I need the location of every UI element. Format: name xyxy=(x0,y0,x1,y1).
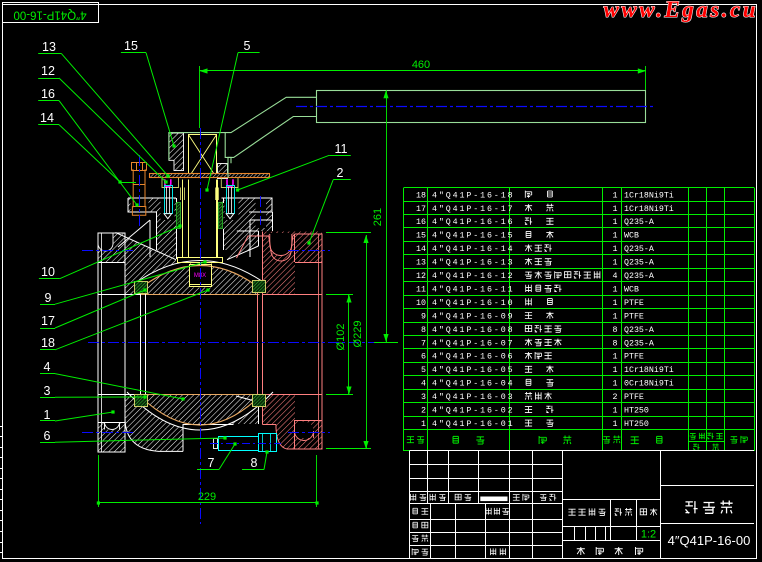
svg-text:Q235-A: Q235-A xyxy=(624,326,654,335)
svg-text:HT250: HT250 xyxy=(624,420,649,429)
svg-text:15: 15 xyxy=(416,232,426,241)
svg-text:12: 12 xyxy=(41,64,55,78)
svg-text:4″Q41P-16-10: 4″Q41P-16-10 xyxy=(432,298,515,308)
svg-text:5: 5 xyxy=(421,366,426,375)
svg-text:1: 1 xyxy=(613,353,618,362)
svg-text:14: 14 xyxy=(416,245,426,254)
svg-text:Q235-A: Q235-A xyxy=(624,218,654,227)
svg-text:4: 4 xyxy=(421,380,426,389)
svg-text:8: 8 xyxy=(421,326,426,335)
svg-text:Q235-A: Q235-A xyxy=(624,245,654,254)
svg-text:3: 3 xyxy=(44,384,51,398)
svg-text:4″Q41P-16-11: 4″Q41P-16-11 xyxy=(432,284,515,294)
svg-text:18: 18 xyxy=(416,191,426,200)
svg-text:Ø229: Ø229 xyxy=(352,321,364,348)
svg-text:4″Q41P-16-16: 4″Q41P-16-16 xyxy=(432,217,515,227)
svg-text:17: 17 xyxy=(416,205,426,214)
svg-text:1: 1 xyxy=(613,420,618,429)
svg-text:4″Q41P-16-17: 4″Q41P-16-17 xyxy=(432,204,515,214)
svg-text:1Cr18Ni9Ti: 1Cr18Ni9Ti xyxy=(624,190,674,200)
svg-text:8: 8 xyxy=(613,339,618,348)
svg-text:4″Q41P-16-15: 4″Q41P-16-15 xyxy=(432,231,515,241)
svg-text:9: 9 xyxy=(45,291,52,305)
svg-text:Ø102: Ø102 xyxy=(335,324,347,351)
svg-text:1: 1 xyxy=(613,285,618,294)
svg-text:Q235-A: Q235-A xyxy=(624,259,654,268)
svg-text:13: 13 xyxy=(42,40,56,54)
svg-text:1: 1 xyxy=(613,407,618,416)
svg-text:13: 13 xyxy=(416,259,426,268)
svg-text:229: 229 xyxy=(198,491,216,503)
svg-text:4″Q41P-16-12: 4″Q41P-16-12 xyxy=(432,271,515,281)
svg-text:1: 1 xyxy=(613,218,618,227)
svg-text:1: 1 xyxy=(421,420,426,429)
svg-text:8: 8 xyxy=(613,326,618,335)
svg-text:15: 15 xyxy=(124,39,138,53)
svg-text:1Cr18Ni9Ti: 1Cr18Ni9Ti xyxy=(624,365,674,375)
svg-text:1: 1 xyxy=(613,312,618,321)
svg-text:4″Q41P-16-01: 4″Q41P-16-01 xyxy=(432,419,515,429)
svg-text:11: 11 xyxy=(416,285,426,294)
svg-text:1: 1 xyxy=(44,408,51,422)
svg-text:4: 4 xyxy=(613,272,618,281)
svg-text:7: 7 xyxy=(421,339,426,348)
svg-text:1:2: 1:2 xyxy=(641,529,656,541)
svg-text:2: 2 xyxy=(613,393,618,402)
svg-text:4″Q41P-16-04: 4″Q41P-16-04 xyxy=(432,379,515,389)
svg-text:HT250: HT250 xyxy=(624,407,649,416)
svg-text:1: 1 xyxy=(613,205,618,214)
svg-text:2: 2 xyxy=(337,166,344,180)
svg-text:PTFE: PTFE xyxy=(624,353,644,362)
svg-text:1: 1 xyxy=(613,380,618,389)
svg-text:0Cr18Ni9Ti: 0Cr18Ni9Ti xyxy=(624,379,674,389)
svg-text:4″Q41P-16-13: 4″Q41P-16-13 xyxy=(432,258,515,268)
svg-text:4″Q41P-16-05: 4″Q41P-16-05 xyxy=(432,365,515,375)
svg-text:6: 6 xyxy=(44,429,51,443)
svg-text:4″Q41P-16-08: 4″Q41P-16-08 xyxy=(432,325,515,335)
svg-text:PTFE: PTFE xyxy=(624,312,644,321)
svg-text:460: 460 xyxy=(412,59,430,71)
svg-text:1: 1 xyxy=(613,232,618,241)
svg-text:1: 1 xyxy=(613,245,618,254)
svg-text:9: 9 xyxy=(421,312,426,321)
svg-text:7: 7 xyxy=(208,456,215,470)
svg-text:261: 261 xyxy=(372,208,384,226)
svg-text:Q235-A: Q235-A xyxy=(624,339,654,348)
svg-text:1: 1 xyxy=(613,366,618,375)
svg-text:WCB: WCB xyxy=(624,285,639,294)
svg-text:5: 5 xyxy=(244,39,251,53)
svg-text:4″Q41P-16-00: 4″Q41P-16-00 xyxy=(13,9,86,21)
svg-text:4: 4 xyxy=(44,360,51,374)
svg-text:4″Q41P-16-00: 4″Q41P-16-00 xyxy=(668,533,751,548)
svg-text:6: 6 xyxy=(421,353,426,362)
svg-text:18: 18 xyxy=(41,336,55,350)
svg-text:14: 14 xyxy=(40,111,54,125)
svg-text:4″Q41P-16-02: 4″Q41P-16-02 xyxy=(432,406,515,416)
svg-text:4″Q41P-16-07: 4″Q41P-16-07 xyxy=(432,338,515,348)
svg-text:1: 1 xyxy=(613,259,618,268)
svg-text:1: 1 xyxy=(613,299,618,308)
svg-text:16: 16 xyxy=(41,87,55,101)
svg-text:1: 1 xyxy=(613,191,618,200)
svg-text:PTFE: PTFE xyxy=(624,393,644,402)
svg-text:10: 10 xyxy=(41,265,55,279)
svg-text:1Cr18Ni9Ti: 1Cr18Ni9Ti xyxy=(624,204,674,214)
svg-text:4″Q41P-16-06: 4″Q41P-16-06 xyxy=(432,352,515,362)
svg-text:4″Q41P-16-09: 4″Q41P-16-09 xyxy=(432,311,515,321)
svg-text:11: 11 xyxy=(335,142,348,156)
svg-text:12: 12 xyxy=(416,272,426,281)
svg-text:www.Egas.cu: www.Egas.cu xyxy=(604,0,758,22)
svg-text:4″Q41P-16-03: 4″Q41P-16-03 xyxy=(432,392,515,402)
svg-text:WCB: WCB xyxy=(624,232,639,241)
svg-text:16: 16 xyxy=(416,218,426,227)
svg-text:2: 2 xyxy=(421,407,426,416)
svg-text:10: 10 xyxy=(416,299,426,308)
svg-text:PTFE: PTFE xyxy=(624,299,644,308)
svg-text:4″Q41P-16-14: 4″Q41P-16-14 xyxy=(432,244,515,254)
svg-text:Q235-A: Q235-A xyxy=(624,272,654,281)
svg-text:4″Q41P-16-18: 4″Q41P-16-18 xyxy=(432,190,515,200)
svg-text:17: 17 xyxy=(41,314,55,328)
svg-text:8: 8 xyxy=(251,456,258,470)
svg-text:3: 3 xyxy=(421,393,426,402)
